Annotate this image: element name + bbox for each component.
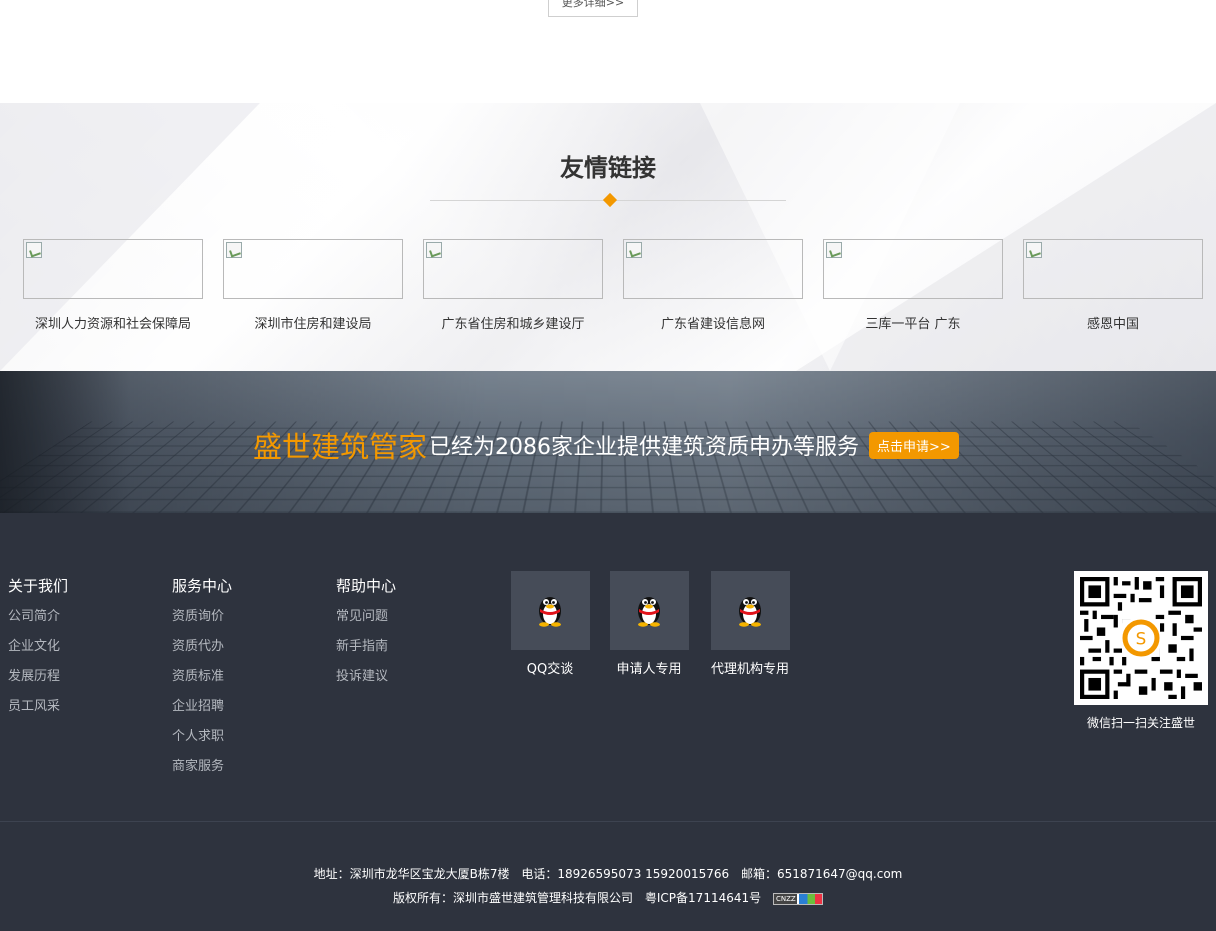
friendly-link[interactable]: 深圳市住房和建设局 — [223, 239, 403, 339]
cnzz-stats-badge[interactable]: CNZZ — [772, 892, 823, 905]
friendly-links-section: 友情链接 深圳人力资源和社会保障局 深圳市住房和建设局 广东省住房和城乡建设厅 … — [0, 103, 1216, 371]
top-strip: 更多详细>> — [0, 0, 1216, 103]
section-title: 友情链接 — [560, 154, 656, 182]
footer-link[interactable]: 常见问题 — [336, 602, 396, 632]
broken-image-icon — [226, 242, 242, 258]
email-text: 邮箱：651871647@qq.com — [740, 867, 903, 881]
qq-label[interactable]: QQ交谈 — [500, 658, 600, 677]
diamond-icon — [602, 192, 618, 208]
agency-qq-button[interactable]: 代理机构专用 — [700, 571, 800, 677]
friendly-link[interactable]: 深圳人力资源和社会保障局 — [23, 239, 203, 339]
link-label[interactable]: 广东省建设信息网 — [623, 313, 803, 332]
qq-penguin-icon — [637, 597, 660, 627]
contact-info: 地址：深圳市龙华区宝龙大厦B栋7楼 电话：18926595073 1592001… — [0, 865, 1216, 882]
friendly-link[interactable]: 广东省建设信息网 — [623, 239, 803, 339]
footer-link[interactable]: 企业招聘 — [172, 692, 232, 722]
qr-code-icon: S — [1080, 577, 1202, 699]
link-label[interactable]: 深圳人力资源和社会保障局 — [23, 313, 203, 332]
link-image[interactable] — [423, 239, 603, 299]
link-image[interactable] — [1023, 239, 1203, 299]
copyright-info: 版权所有：深圳市盛世建筑管理科技有限公司 粤ICP备17114641号 CNZZ — [0, 889, 1216, 906]
column-title: 关于我们 — [8, 577, 69, 595]
footer-link[interactable]: 新手指南 — [336, 632, 396, 662]
footer-link[interactable]: 员工风采 — [8, 692, 68, 722]
link-label[interactable]: 三库一平台 广东 — [823, 313, 1003, 332]
qq-chat-button[interactable]: QQ交谈 — [500, 571, 600, 677]
footer-column-help: 帮助中心 常见问题 新手指南 投诉建议 — [336, 575, 396, 692]
broken-image-icon — [826, 242, 842, 258]
broken-image-icon — [626, 242, 642, 258]
site-footer: 关于我们 公司简介 企业文化 发展历程 员工风采 服务中心 资质询价 资质代办 … — [0, 513, 1216, 931]
friendly-link[interactable]: 广东省住房和城乡建设厅 — [423, 239, 603, 339]
banner-slogan: 已经为2086家企业提供建筑资质申办等服务 — [429, 435, 860, 460]
column-title: 帮助中心 — [336, 577, 397, 595]
applicant-qq-button[interactable]: 申请人专用 — [599, 571, 699, 677]
footer-link[interactable]: 公司简介 — [8, 602, 68, 632]
address-text: 地址：深圳市龙华区宝龙大厦B栋7楼 — [313, 867, 510, 881]
footer-link[interactable]: 投诉建议 — [336, 662, 396, 692]
qq-label[interactable]: 代理机构专用 — [700, 658, 800, 677]
qq-label[interactable]: 申请人专用 — [599, 658, 699, 677]
brand-name: 盛世建筑管家 — [253, 430, 428, 464]
qq-penguin-icon — [538, 597, 561, 627]
phone-text: 电话：18926595073 15920015766 — [521, 867, 730, 881]
link-image[interactable] — [223, 239, 403, 299]
qq-icon-box[interactable] — [609, 571, 689, 650]
apply-button[interactable]: 点击申请>> — [869, 431, 959, 459]
friendly-link[interactable]: 感恩中国 — [1023, 239, 1203, 339]
qq-icon-box[interactable] — [710, 571, 790, 650]
footer-column-about: 关于我们 公司简介 企业文化 发展历程 员工风采 — [8, 575, 68, 722]
link-image[interactable] — [823, 239, 1003, 299]
footer-link[interactable]: 发展历程 — [8, 662, 68, 692]
footer-link[interactable]: 资质代办 — [172, 632, 232, 662]
more-details-button[interactable]: 更多详细>> — [548, 0, 638, 17]
link-label[interactable]: 广东省住房和城乡建设厅 — [423, 313, 603, 332]
footer-link[interactable]: 企业文化 — [8, 632, 68, 662]
broken-image-icon — [426, 242, 442, 258]
link-image[interactable] — [23, 239, 203, 299]
icp-link[interactable]: 粤ICP备17114641号 — [645, 891, 761, 905]
qq-icon-box[interactable] — [510, 571, 590, 650]
footer-column-services: 服务中心 资质询价 资质代办 资质标准 企业招聘 个人求职 商家服务 — [172, 575, 232, 782]
link-image[interactable] — [623, 239, 803, 299]
qr-caption: 微信扫一扫关注盛世 — [1086, 716, 1195, 730]
footer-link[interactable]: 资质标准 — [172, 662, 232, 692]
footer-link[interactable]: 商家服务 — [172, 752, 232, 782]
banner-text: 盛世建筑管家 已经为2086家企业提供建筑资质申办等服务 点击申请>> — [253, 425, 959, 465]
link-label[interactable]: 感恩中国 — [1023, 313, 1203, 332]
footer-link[interactable]: 个人求职 — [172, 722, 232, 752]
column-title: 服务中心 — [172, 577, 233, 595]
svg-text:S: S — [1136, 628, 1147, 648]
link-label[interactable]: 深圳市住房和建设局 — [223, 313, 403, 332]
broken-image-icon — [26, 242, 42, 258]
copyright-text: 版权所有：深圳市盛世建筑管理科技有限公司 — [393, 891, 634, 905]
broken-image-icon — [1026, 242, 1042, 258]
qq-penguin-icon — [738, 597, 761, 627]
footer-divider — [0, 821, 1216, 822]
friendly-link[interactable]: 三库一平台 广东 — [823, 239, 1003, 339]
wechat-qr-code: S — [1074, 571, 1208, 705]
footer-link[interactable]: 资质询价 — [172, 602, 232, 632]
banner-shadow — [0, 371, 130, 513]
promo-banner: 盛世建筑管家 已经为2086家企业提供建筑资质申办等服务 点击申请>> — [0, 371, 1216, 513]
